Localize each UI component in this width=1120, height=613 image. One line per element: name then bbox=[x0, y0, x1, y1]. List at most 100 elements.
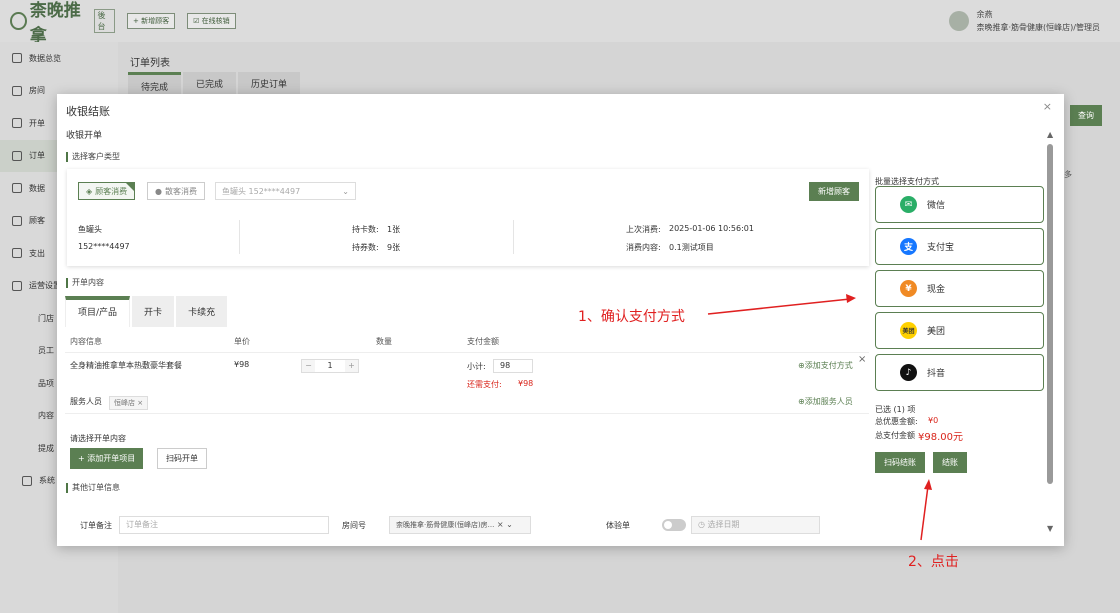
remark-label: 订单备注 bbox=[80, 521, 112, 530]
online-verify-button[interactable]: ☑ 在线核销 bbox=[187, 13, 236, 29]
chart-icon bbox=[12, 183, 22, 194]
coupon-count-value: 9张 bbox=[387, 243, 401, 252]
logo-icon bbox=[10, 12, 27, 30]
tab-card-recharge[interactable]: 卡续充 bbox=[176, 296, 228, 327]
pay-alipay-button[interactable]: 支支付宝 bbox=[875, 228, 1044, 265]
app-logo[interactable]: 柰晚推拿 後台 bbox=[10, 0, 115, 46]
pay-wechat-button[interactable]: ✉ 微信 bbox=[875, 186, 1044, 223]
staff-tag[interactable]: 恒峰店 × bbox=[109, 396, 149, 410]
sidebar-label: 开单 bbox=[29, 118, 45, 128]
member-consume-label: 顾客消费 bbox=[95, 186, 128, 196]
quantity-value[interactable]: 1 bbox=[315, 360, 345, 372]
diamond-icon: ◈ bbox=[86, 186, 93, 196]
remark-input[interactable]: 订单备注 bbox=[119, 516, 329, 534]
staff-label: 服务人员 bbox=[70, 397, 102, 406]
section-order-content: 开单内容 bbox=[66, 278, 104, 288]
scroll-up-icon[interactable]: ▲ bbox=[1047, 130, 1053, 139]
consume-content-label: 消费内容: bbox=[626, 243, 661, 252]
divider bbox=[513, 220, 514, 254]
settings-icon bbox=[12, 280, 22, 291]
sidebar-item-overview[interactable]: 数据总览 bbox=[0, 42, 118, 75]
subtotal-input[interactable]: 98 bbox=[493, 359, 533, 373]
sidebar-label: 数据总览 bbox=[29, 53, 61, 63]
meituan-icon: 美团 bbox=[900, 322, 917, 339]
new-customer-button[interactable]: 新增顾客 bbox=[809, 182, 859, 201]
pay-meituan-button[interactable]: 美团 美团 bbox=[875, 312, 1044, 349]
last-consume-label: 上次消费: bbox=[626, 225, 661, 234]
customer-select[interactable]: 鱼罐头 152****4497 ⌄ bbox=[215, 182, 356, 200]
cash-icon: ¥ bbox=[900, 280, 917, 297]
section-other-info: 其他订单信息 bbox=[66, 483, 120, 493]
checkout-button[interactable]: 结账 bbox=[933, 452, 967, 473]
order-icon bbox=[12, 150, 22, 161]
sidebar-label: 系统 bbox=[39, 476, 55, 486]
sidebar-label: 数据 bbox=[29, 183, 45, 193]
avatar bbox=[948, 11, 969, 31]
item-name: 全身精油推拿草本热敷豪华套餐 bbox=[70, 361, 182, 370]
choose-content-label: 请选择开单内容 bbox=[70, 434, 126, 443]
add-item-button[interactable]: + 添加开单项目 bbox=[70, 448, 144, 469]
last-consume-value: 2025-01-06 10:56:01 bbox=[669, 224, 754, 233]
section-customer-type: 选择客户类型 bbox=[66, 152, 120, 162]
modal-subtitle: 收银开单 bbox=[66, 131, 103, 141]
new-customer-top-button[interactable]: + 新增顾客 bbox=[127, 13, 176, 29]
plus-icon[interactable]: + bbox=[345, 360, 358, 372]
add-staff-link[interactable]: ⊕添加服务人员 bbox=[798, 396, 853, 407]
header-content: 内容信息 bbox=[70, 337, 102, 346]
discount-value: ¥0 bbox=[928, 416, 939, 425]
room-label: 房间号 bbox=[342, 521, 366, 530]
customer-phone: 152****4497 bbox=[78, 242, 130, 251]
room-select[interactable]: 柰晚推拿·筋骨健康(恒峰店)房... × ⌄ bbox=[389, 516, 531, 534]
sidebar-label: 支出 bbox=[29, 248, 45, 258]
user-info[interactable]: 余燕 柰晚推拿·筋骨健康(恒峰店)/管理员 bbox=[948, 8, 1100, 34]
divider bbox=[239, 220, 240, 254]
annotation-click: 2、点击 bbox=[908, 554, 959, 570]
item-price: ¥98 bbox=[234, 360, 250, 369]
scan-order-button[interactable]: 扫码开单 bbox=[157, 448, 207, 469]
person-icon: ● bbox=[155, 186, 162, 196]
chevron-down-icon: ⌄ bbox=[506, 520, 513, 529]
pay-label: 抖音 bbox=[927, 369, 946, 379]
header-pay-amount: 支付金额 bbox=[467, 337, 499, 346]
header-qty: 数量 bbox=[376, 337, 392, 346]
modal-title: 收银结账 bbox=[66, 105, 110, 118]
discount-label: 总优惠金额: bbox=[875, 417, 918, 426]
guest-consume-label: 散客消费 bbox=[164, 186, 197, 196]
sidebar-label: 订单 bbox=[29, 151, 45, 161]
member-consume-button[interactable]: ◈ 顾客消费 bbox=[78, 182, 136, 200]
wechat-icon: ✉ bbox=[900, 196, 917, 213]
minus-icon[interactable]: − bbox=[302, 360, 315, 372]
coupon-count-label: 持券数: bbox=[352, 243, 379, 252]
douyin-icon: ♪ bbox=[900, 364, 917, 381]
scan-checkout-button[interactable]: 扫码结账 bbox=[875, 452, 925, 473]
date-picker[interactable]: ◷ 选择日期 bbox=[691, 516, 820, 534]
add-payment-link[interactable]: ⊕添加支付方式 bbox=[798, 360, 853, 371]
product-tabs: 项目/产品 开卡 卡续充 bbox=[65, 296, 228, 327]
logo-badge: 後台 bbox=[94, 9, 115, 33]
user-store: 柰晚推拿·筋骨健康(恒峰店)/管理员 bbox=[976, 23, 1100, 32]
pay-cash-button[interactable]: ¥ 现金 bbox=[875, 270, 1044, 307]
dashboard-icon bbox=[12, 53, 22, 64]
tab-open-card[interactable]: 开卡 bbox=[132, 296, 175, 327]
tab-product[interactable]: 项目/产品 bbox=[65, 296, 131, 327]
total-value: ¥98.00元 bbox=[918, 432, 963, 443]
chevron-down-icon: ⌄ bbox=[342, 186, 349, 196]
checkout-modal: 收银结账 × 收银开单 选择客户类型 ◈ 顾客消费 ● 散客消费 鱼罐头 152**… bbox=[57, 94, 1064, 546]
subtotal-label: 小计: bbox=[467, 362, 486, 371]
sidebar-label: 顾客 bbox=[29, 216, 45, 226]
wallet-icon bbox=[12, 248, 22, 259]
pay-label: 支付宝 bbox=[927, 243, 955, 253]
close-icon[interactable]: × bbox=[1043, 100, 1052, 113]
pay-douyin-button[interactable]: ♪ 抖音 bbox=[875, 354, 1044, 391]
quantity-stepper[interactable]: −1 + bbox=[301, 359, 359, 373]
guest-consume-button[interactable]: ● 散客消费 bbox=[147, 182, 205, 200]
close-icon[interactable]: × bbox=[858, 354, 866, 365]
customer-card: ◈ 顾客消费 ● 散客消费 鱼罐头 152****4497 ⌄ 新增顾客 鱼罐头 15… bbox=[67, 169, 869, 266]
scrollbar[interactable] bbox=[1047, 144, 1053, 484]
total-label: 总支付金额 bbox=[875, 431, 915, 440]
trial-toggle[interactable] bbox=[662, 519, 686, 531]
query-button[interactable]: 查询 bbox=[1070, 105, 1102, 126]
card-count-value: 1张 bbox=[387, 225, 401, 234]
clear-icon[interactable]: × bbox=[497, 520, 504, 529]
scroll-down-icon[interactable]: ▼ bbox=[1047, 524, 1053, 533]
